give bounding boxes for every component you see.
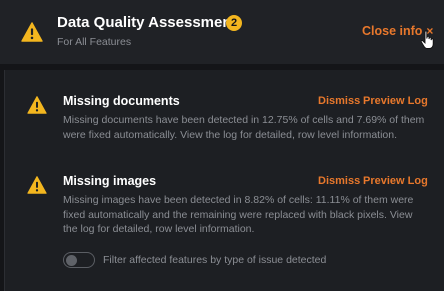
hand-pointer-cursor-icon (420, 30, 434, 49)
toggle-knob (66, 254, 77, 266)
warning-triangle-icon (27, 176, 47, 194)
warning-triangle-icon (21, 22, 43, 42)
issue-description: Missing images have been detected in 8.8… (63, 194, 414, 235)
preview-log-button[interactable]: Preview Log (363, 175, 428, 187)
issue-title: Missing images (63, 174, 157, 188)
dismiss-button[interactable]: Dismiss (318, 175, 360, 187)
filter-toggle[interactable] (63, 252, 95, 268)
close-info-label: Close info (362, 24, 423, 38)
filter-toggle-label: Filter affected features by type of issu… (103, 254, 327, 266)
issue-count-badge: 2 (226, 15, 242, 31)
dismiss-button[interactable]: Dismiss (318, 95, 360, 107)
warning-triangle-icon (27, 96, 47, 114)
panel-subtitle: For All Features (57, 36, 132, 48)
info-panel: Missing documents Dismiss Preview Log Mi… (4, 70, 444, 291)
issue-title: Missing documents (63, 94, 180, 108)
issue-description: Missing documents have been detected in … (63, 114, 425, 141)
preview-log-button[interactable]: Preview Log (363, 95, 428, 107)
info-header: Data Quality Assessment 2 For All Featur… (0, 0, 444, 64)
panel-title: Data Quality Assessment (57, 14, 237, 31)
filter-toggle-row: Filter affected features by type of issu… (63, 252, 326, 268)
